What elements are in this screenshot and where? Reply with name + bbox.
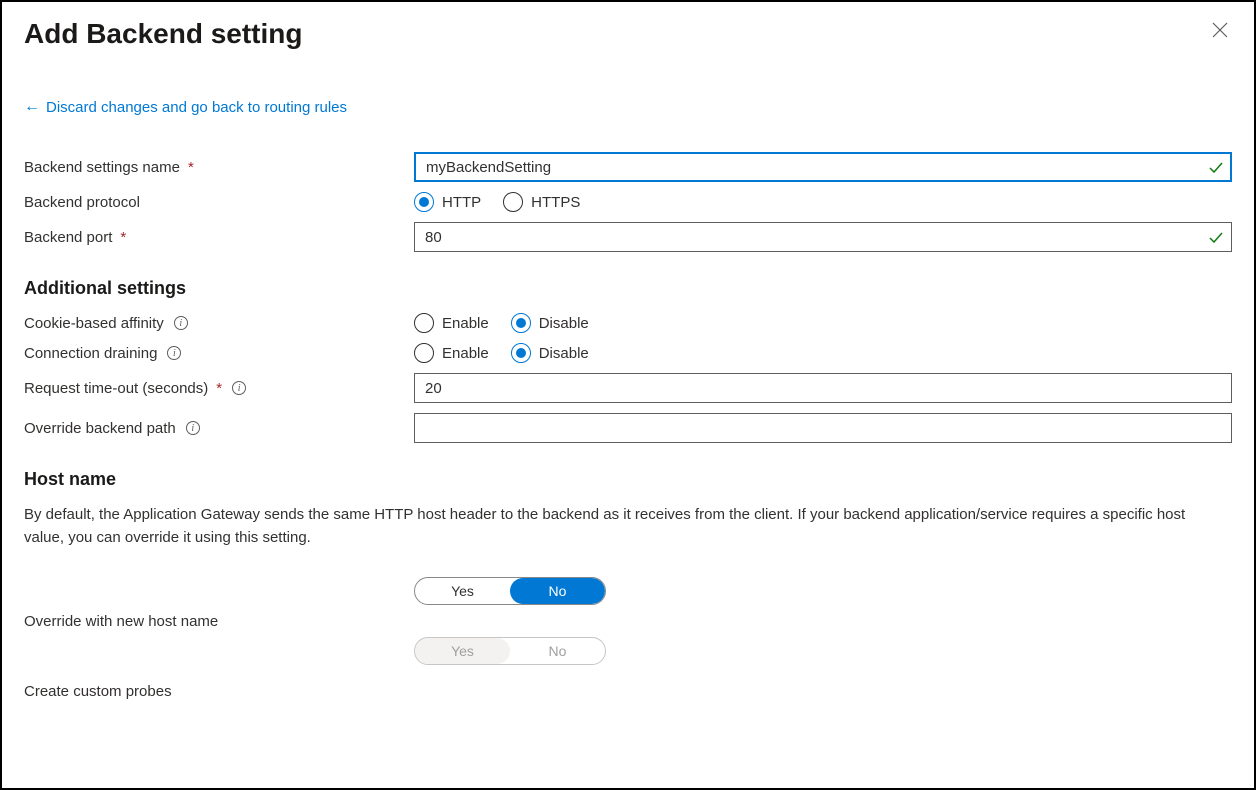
info-icon[interactable]: i [174,316,188,330]
hostname-heading: Host name [24,469,1232,490]
radio-icon [414,343,434,363]
override-hostname-yes[interactable]: Yes [415,578,510,604]
override-hostname-label: Override with new host name [24,613,218,630]
cookie-affinity-enable-radio[interactable]: Enable [414,313,489,333]
close-icon [1212,22,1228,38]
protocol-http-radio[interactable]: HTTP [414,192,481,212]
add-backend-setting-pane: Add Backend setting ← Discard changes an… [0,0,1256,790]
close-button[interactable] [1208,18,1232,46]
radio-icon [503,192,523,212]
settings-name-input[interactable] [414,152,1232,182]
settings-name-label: Backend settings name [24,159,180,176]
required-star: * [216,380,222,397]
info-icon[interactable]: i [186,421,200,435]
info-icon[interactable]: i [232,381,246,395]
custom-probes-no: No [510,638,605,664]
protocol-https-radio[interactable]: HTTPS [503,192,580,212]
protocol-label: Backend protocol [24,194,140,211]
request-timeout-input[interactable] [414,373,1232,403]
connection-draining-enable-radio[interactable]: Enable [414,343,489,363]
cookie-affinity-label: Cookie-based affinity [24,315,164,332]
additional-settings-heading: Additional settings [24,278,1232,299]
discard-back-link[interactable]: ← Discard changes and go back to routing… [24,98,1232,116]
hostname-description: By default, the Application Gateway send… [24,504,1204,549]
required-star: * [188,159,194,176]
override-hostname-no[interactable]: No [510,578,605,604]
port-label: Backend port [24,229,112,246]
check-icon [1208,159,1224,175]
custom-probes-toggle: Yes No [414,637,606,665]
radio-icon [414,192,434,212]
back-link-text: Discard changes and go back to routing r… [46,99,347,116]
request-timeout-label: Request time-out (seconds) [24,380,208,397]
override-path-label: Override backend path [24,420,176,437]
override-path-input[interactable] [414,413,1232,443]
protocol-radio-group: HTTP HTTPS [414,192,580,212]
custom-probes-label: Create custom probes [24,683,172,700]
connection-draining-radio-group: Enable Disable [414,343,589,363]
connection-draining-label: Connection draining [24,345,157,362]
radio-icon [511,343,531,363]
cookie-affinity-disable-radio[interactable]: Disable [511,313,589,333]
cookie-affinity-radio-group: Enable Disable [414,313,589,333]
radio-icon [414,313,434,333]
pane-title: Add Backend setting [24,18,302,50]
arrow-left-icon: ← [24,98,40,116]
custom-probes-yes: Yes [415,638,510,664]
override-hostname-toggle[interactable]: Yes No [414,577,606,605]
required-star: * [120,229,126,246]
port-input[interactable] [414,222,1232,252]
connection-draining-disable-radio[interactable]: Disable [511,343,589,363]
info-icon[interactable]: i [167,346,181,360]
check-icon [1208,229,1224,245]
radio-icon [511,313,531,333]
